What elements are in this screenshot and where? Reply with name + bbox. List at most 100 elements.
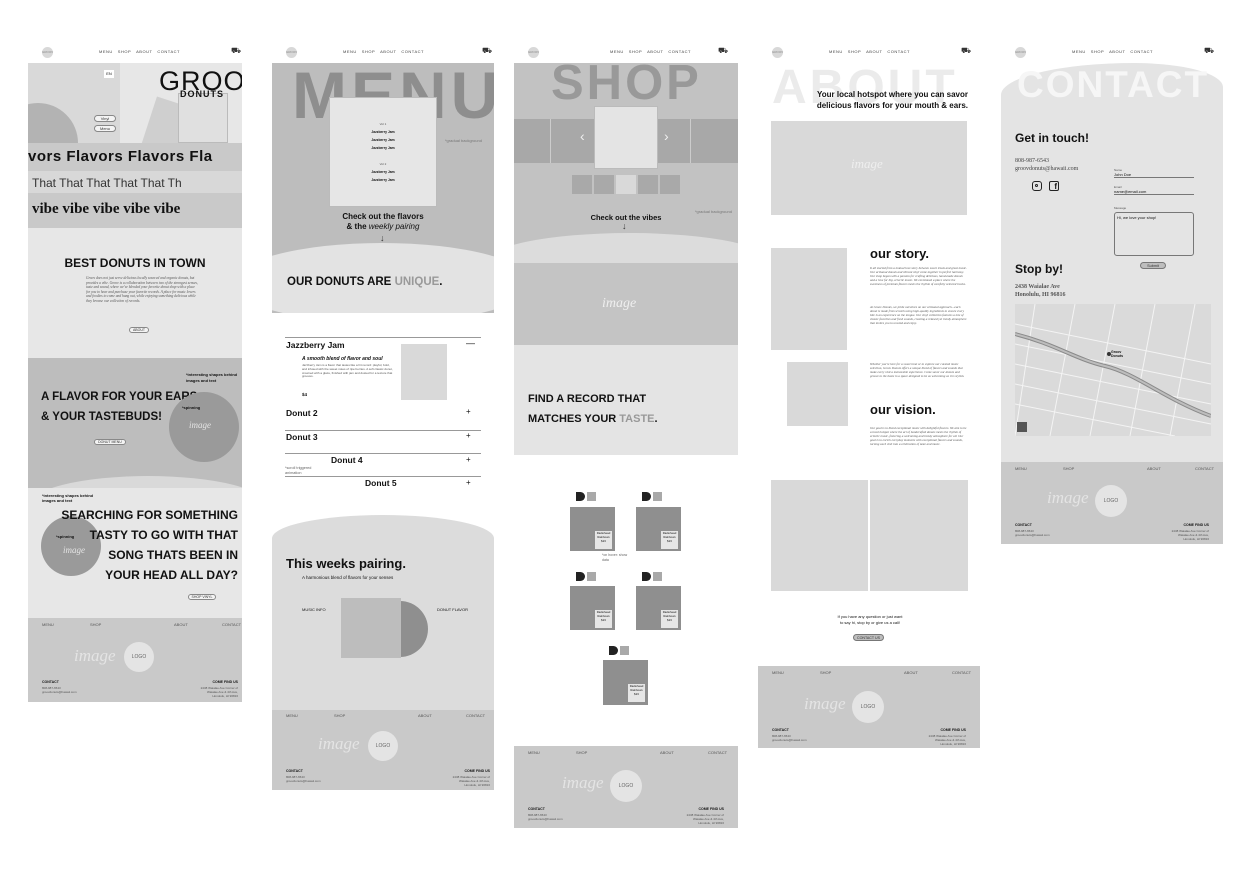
nav-link-about[interactable]: ABOUT <box>1109 49 1125 54</box>
carousel-prev[interactable]: ‹ <box>580 128 585 144</box>
expand-icon[interactable]: + <box>466 431 471 440</box>
footer-link-about[interactable]: ABOUT <box>1147 466 1161 471</box>
accordion-item-1[interactable]: Jazzberry Jam <box>286 340 345 350</box>
footer-link-menu[interactable]: MENU <box>1015 466 1027 471</box>
nav-link-contact[interactable]: CONTACT <box>157 49 180 54</box>
nav-link-shop[interactable]: SHOP <box>118 49 131 54</box>
about-button[interactable]: ABOUT <box>129 327 149 333</box>
contact-us-button[interactable]: CONTACT US <box>853 634 884 641</box>
search-line-4: YOUR HEAD ALL DAY? <box>105 568 238 582</box>
carousel-next[interactable]: › <box>664 128 669 144</box>
nav-link-shop[interactable]: SHOP <box>1091 49 1104 54</box>
nav-links: MENU SHOP ABOUT CONTACT <box>99 49 185 54</box>
name-input[interactable]: John Doe <box>1114 172 1194 178</box>
footer-link-shop[interactable]: SHOP <box>576 750 587 755</box>
nav-link-about[interactable]: ABOUT <box>647 49 663 54</box>
footer-link-shop[interactable]: SHOP <box>90 622 101 627</box>
accordion-item-5[interactable]: Donut 5 <box>365 478 397 488</box>
divider <box>285 453 481 454</box>
footer-link-contact[interactable]: CONTACT <box>708 750 727 755</box>
nav-link-shop[interactable]: SHOP <box>848 49 861 54</box>
thumb-active[interactable] <box>616 175 636 194</box>
search-heading: SEARCHING FOR SOMETHING TASTY TO GO WITH… <box>61 505 238 585</box>
message-label: Message <box>1114 206 1127 210</box>
music-info-label: MUSIC INFO <box>302 607 326 612</box>
find-line-2: MATCHES YOUR TASTE. <box>528 413 658 425</box>
nav-link-about[interactable]: ABOUT <box>380 49 396 54</box>
collapse-icon[interactable]: — <box>466 338 475 348</box>
record-tag: Radiohead Rainbows $23 <box>628 684 645 702</box>
cart-icon[interactable]: ⛟ <box>961 46 971 56</box>
thumb[interactable] <box>660 175 680 194</box>
footer: MENU SHOP ABOUT CONTACT image LOGO CONTA… <box>272 710 494 790</box>
message-textarea[interactable]: Hi, we love your shop! <box>1114 212 1194 256</box>
footer-link-shop[interactable]: SHOP <box>334 713 345 718</box>
footer-link-shop[interactable]: SHOP <box>1063 466 1074 471</box>
expand-icon[interactable]: + <box>466 407 471 416</box>
map[interactable] <box>1015 304 1211 436</box>
footer-link-about[interactable]: ABOUT <box>174 622 188 627</box>
nav-logo[interactable]: GROOV <box>772 47 783 58</box>
nav-link-contact[interactable]: CONTACT <box>668 49 691 54</box>
nav-link-menu[interactable]: MENU <box>343 49 357 54</box>
footer-link-contact[interactable]: CONTACT <box>952 670 971 675</box>
nav-link-menu[interactable]: MENU <box>829 49 843 54</box>
menu-card-vol1: Vol 1 <box>379 122 387 126</box>
nav-link-menu[interactable]: MENU <box>99 49 113 54</box>
footer-link-shop[interactable]: SHOP <box>820 670 831 675</box>
nav-link-shop[interactable]: SHOP <box>362 49 375 54</box>
nav-link-about[interactable]: ABOUT <box>136 49 152 54</box>
footer-contact-heading: CONTACT <box>772 728 789 732</box>
footer-link-contact[interactable]: CONTACT <box>466 713 485 718</box>
footer-link-menu[interactable]: MENU <box>42 622 54 627</box>
expand-icon[interactable]: + <box>466 478 471 487</box>
footer-link-about[interactable]: ABOUT <box>904 670 918 675</box>
record-tag: Radiohead Rainbows $23 <box>595 610 612 628</box>
nav-link-menu[interactable]: MENU <box>1072 49 1086 54</box>
cart-icon[interactable]: ⛟ <box>1204 46 1214 56</box>
record-price: $23 <box>634 692 639 696</box>
nav-logo[interactable]: GROOV <box>42 47 53 58</box>
nav-logo[interactable]: GROOV <box>1015 47 1026 58</box>
cart-icon[interactable]: ⛟ <box>718 46 728 56</box>
footer-address-3: Honolulu, HI 96816 <box>464 783 490 787</box>
thumb[interactable] <box>594 175 614 194</box>
footer-link-menu[interactable]: MENU <box>772 670 784 675</box>
footer-link-about[interactable]: ABOUT <box>660 750 674 755</box>
nav-logo[interactable]: GROOV <box>528 47 539 58</box>
shop-vinyl-button[interactable]: SHOP VINYL <box>188 594 216 600</box>
footer-find-heading: COME FIND US <box>940 728 966 732</box>
footer-link-contact[interactable]: CONTACT <box>1195 466 1214 471</box>
thumb[interactable] <box>638 175 658 194</box>
nav-logo[interactable]: GROOV <box>286 47 297 58</box>
accordion-item-3[interactable]: Donut 3 <box>286 432 318 442</box>
nav-link-contact[interactable]: CONTACT <box>1130 49 1153 54</box>
carousel-current <box>594 106 658 169</box>
lang-toggle[interactable]: EN <box>104 70 114 78</box>
footer-find-heading: COME FIND US <box>1183 523 1209 527</box>
menu-button[interactable]: Menu <box>94 125 116 132</box>
nav-link-about[interactable]: ABOUT <box>866 49 882 54</box>
unique-period: . <box>439 276 443 288</box>
nav-link-menu[interactable]: MENU <box>610 49 624 54</box>
footer-link-menu[interactable]: MENU <box>286 713 298 718</box>
cart-icon[interactable]: ⛟ <box>482 46 492 56</box>
donut-menu-button[interactable]: DONUT MENU <box>94 439 126 445</box>
menu-page: GROOV MENU SHOP ABOUT CONTACT ⛟ MENU Vol 1 … <box>272 0 494 870</box>
footer-link-contact[interactable]: CONTACT <box>222 622 241 627</box>
accordion-item-2[interactable]: Donut 2 <box>286 408 318 418</box>
email-input[interactable]: name@email.com <box>1114 189 1194 195</box>
nav-link-contact[interactable]: CONTACT <box>887 49 910 54</box>
instagram-icon[interactable] <box>1032 181 1042 191</box>
expand-icon[interactable]: + <box>466 455 471 464</box>
nav-link-shop[interactable]: SHOP <box>629 49 642 54</box>
cart-icon[interactable]: ⛟ <box>231 46 241 56</box>
submit-button[interactable]: Submit <box>1140 262 1166 269</box>
nav-link-contact[interactable]: CONTACT <box>401 49 424 54</box>
footer-link-menu[interactable]: MENU <box>528 750 540 755</box>
thumb[interactable] <box>572 175 592 194</box>
footer-link-about[interactable]: ABOUT <box>418 713 432 718</box>
accordion-item-4[interactable]: Donut 4 <box>331 455 363 465</box>
facebook-icon[interactable]: f <box>1049 181 1059 191</box>
vinyl-button[interactable]: Vinyl <box>94 115 116 122</box>
